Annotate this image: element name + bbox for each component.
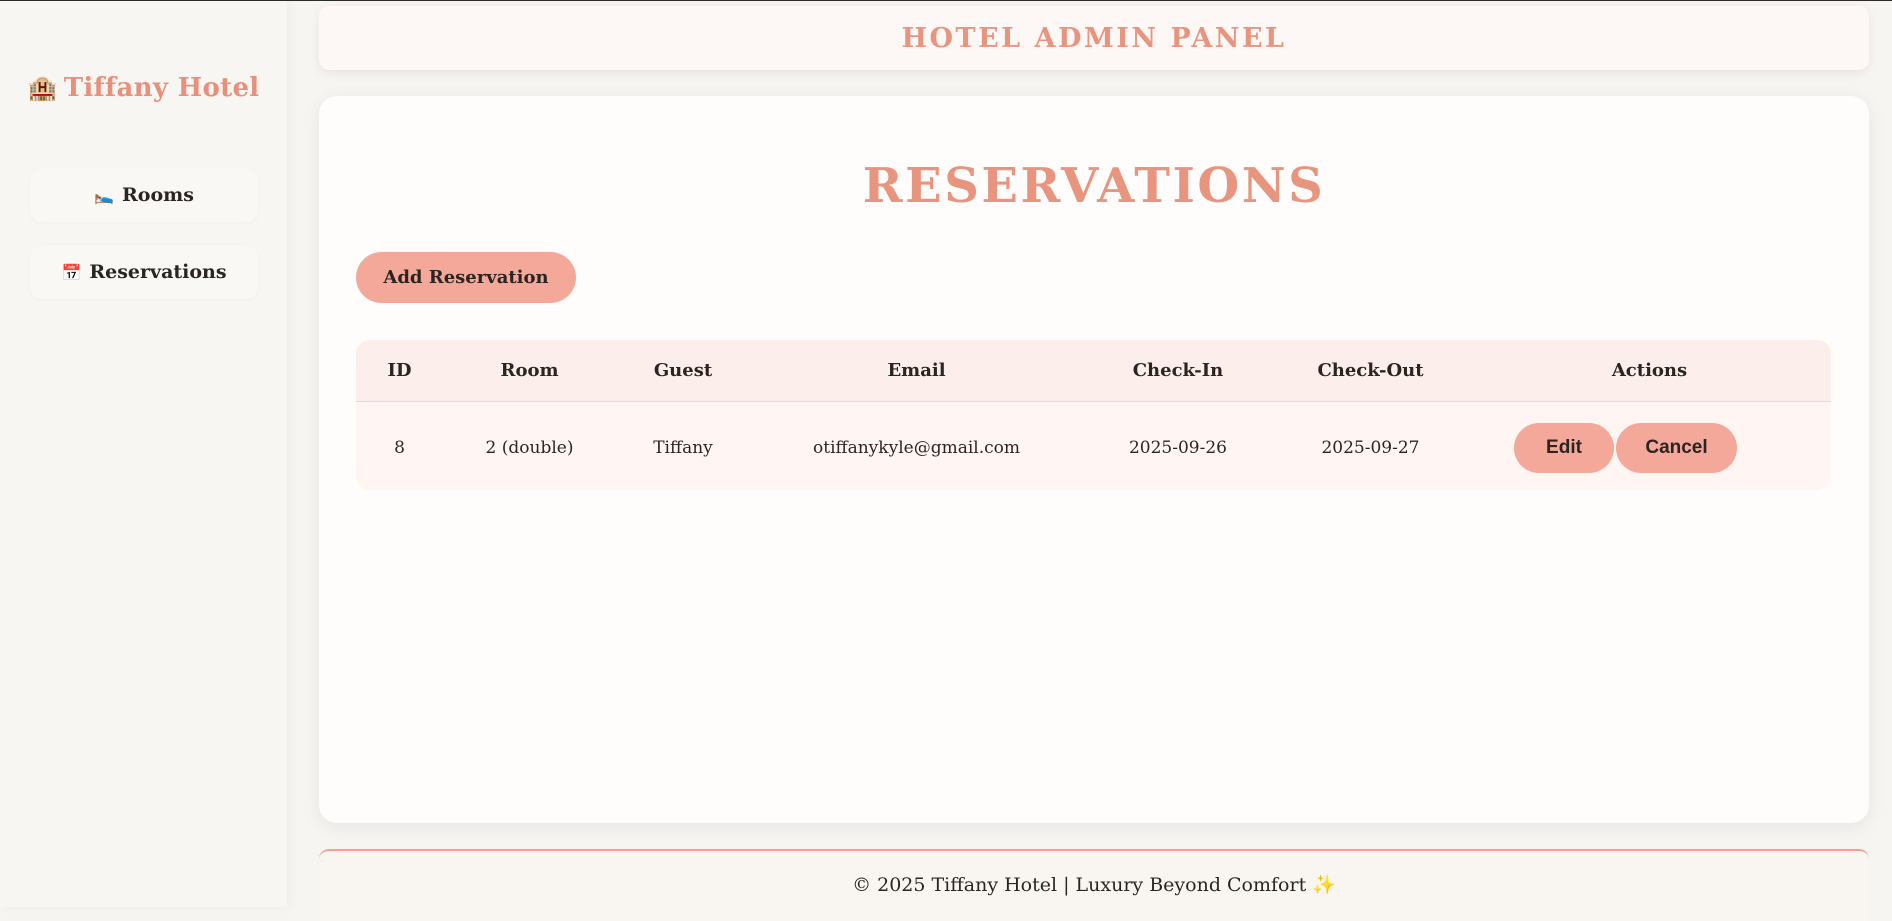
hotel-icon: 🏨 (27, 73, 58, 102)
sidebar-item-reservations[interactable]: 📅 Reservations (30, 245, 258, 299)
sidebar-item-rooms[interactable]: 🛌 Rooms (30, 168, 258, 222)
reservations-table: ID Room Guest Email Check-In Check-Out A… (356, 340, 1831, 490)
brand-name: Tiffany Hotel (63, 73, 260, 103)
cell-guest: Tiffany (616, 401, 750, 490)
column-header-id: ID (356, 340, 443, 402)
cell-actions: Edit Cancel (1468, 401, 1831, 490)
calendar-icon: 📅 (61, 262, 82, 282)
sidebar: 🏨 Tiffany Hotel 🛌 Rooms 📅 Reservations (0, 1, 287, 907)
table-header-row: ID Room Guest Email Check-In Check-Out A… (356, 340, 1831, 402)
column-header-guest: Guest (616, 340, 750, 402)
column-header-email: Email (750, 340, 1083, 402)
cell-check-out: 2025-09-27 (1273, 401, 1468, 490)
sidebar-item-label: Reservations (89, 261, 227, 283)
sidebar-item-label: Rooms (121, 184, 194, 206)
cell-email: otiffanykyle@gmail.com (750, 401, 1083, 490)
column-header-check-in: Check-In (1083, 340, 1273, 402)
column-header-room: Room (443, 340, 616, 402)
add-reservation-button[interactable]: Add Reservation (356, 252, 576, 303)
actions-group: Edit Cancel (1468, 422, 1830, 473)
brand: 🏨 Tiffany Hotel (0, 73, 287, 103)
footer-text: © 2025 Tiffany Hotel | Luxury Beyond Com… (852, 874, 1336, 896)
bed-icon: 🛌 (94, 185, 114, 205)
footer: © 2025 Tiffany Hotel | Luxury Beyond Com… (319, 849, 1869, 921)
edit-button[interactable]: Edit (1514, 422, 1614, 473)
cell-room: 2 (double) (443, 401, 616, 490)
column-header-check-out: Check-Out (1273, 340, 1468, 402)
table-row: 8 2 (double) Tiffany otiffanykyle@gmail.… (356, 401, 1831, 490)
column-header-actions: Actions (1468, 340, 1831, 402)
page-title: RESERVATIONS (862, 158, 1326, 214)
admin-header: HOTEL ADMIN PANEL (319, 6, 1869, 70)
main-card: RESERVATIONS Add Reservation ID Room Gue… (319, 96, 1869, 823)
cell-check-in: 2025-09-26 (1083, 401, 1273, 490)
cancel-reservation-button[interactable]: Cancel (1616, 422, 1737, 473)
header-title: HOTEL ADMIN PANEL (901, 22, 1287, 54)
cell-id: 8 (356, 401, 443, 490)
